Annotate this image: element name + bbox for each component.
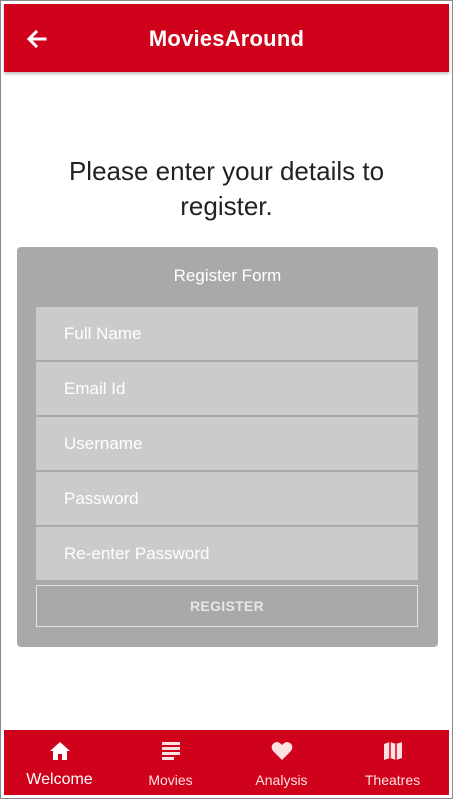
full-name-field[interactable] (36, 307, 418, 360)
tab-label: Welcome (26, 771, 93, 788)
map-icon (383, 742, 402, 760)
register-prompt: Please enter your details to register. (68, 156, 385, 221)
app-window: MoviesAround Please enter your details t… (0, 0, 453, 799)
app-title: MoviesAround (148, 26, 305, 51)
password-field[interactable] (36, 472, 418, 525)
home-icon (49, 742, 70, 760)
list-icon (161, 742, 180, 760)
tab-label: Theatres (364, 772, 421, 788)
bottom-tab-bar: Welcome Movies Analysis Theatres (4, 730, 449, 795)
email-field[interactable] (36, 362, 418, 415)
tab-welcome[interactable]: Welcome (4, 730, 115, 795)
app-bar: MoviesAround (4, 4, 449, 72)
register-form: Register Form REGISTER (17, 247, 438, 647)
tab-movies[interactable]: Movies (115, 730, 226, 795)
register-button[interactable]: REGISTER (36, 585, 418, 627)
username-field[interactable] (36, 417, 418, 470)
tab-label: Movies (148, 772, 193, 788)
tab-theatres[interactable]: Theatres (337, 730, 448, 795)
heart-icon (271, 742, 292, 760)
tab-label: Analysis (255, 772, 308, 788)
confirm-password-field[interactable] (36, 527, 418, 580)
form-title: Register Form (173, 266, 282, 285)
tab-analysis[interactable]: Analysis (226, 730, 337, 795)
